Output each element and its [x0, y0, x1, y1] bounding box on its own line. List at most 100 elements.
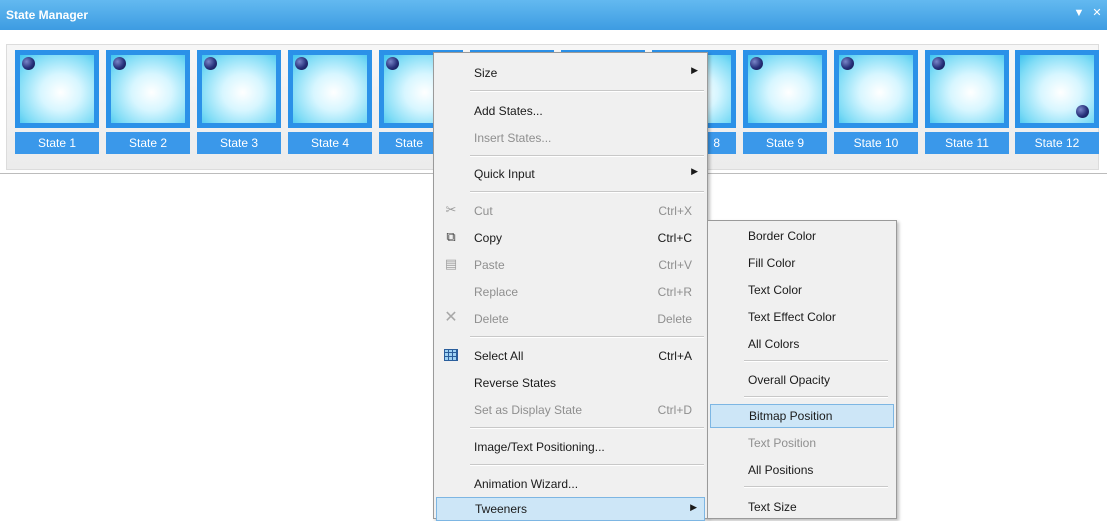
menu-separator — [470, 464, 704, 466]
state-frame — [15, 50, 99, 128]
state-tile-4[interactable]: State 4 — [288, 50, 372, 154]
submenu-item-text-effect-color[interactable]: Text Effect Color — [710, 305, 894, 329]
bitmap-ball-icon — [22, 57, 35, 70]
menu-item-label: Fill Color — [748, 256, 796, 270]
menu-separator — [470, 427, 704, 429]
state-label: State 4 — [288, 132, 372, 154]
delete-x-icon: ✕ — [444, 309, 458, 326]
state-frame — [1015, 50, 1099, 128]
state-label: State 2 — [106, 132, 190, 154]
close-icon[interactable]: ✕ — [1091, 6, 1103, 20]
shortcut-label: Ctrl+C — [657, 231, 692, 245]
shortcut-label: Ctrl+V — [658, 258, 692, 272]
state-label: State 9 — [743, 132, 827, 154]
menu-item-label: Quick Input — [474, 167, 535, 181]
menu-item-label: Insert States... — [474, 131, 552, 145]
menu-item-animation-wizard[interactable]: Animation Wizard... — [436, 472, 705, 496]
menu-item-label: Size — [474, 66, 498, 80]
menu-item-replace[interactable]: Replace Ctrl+R — [436, 280, 705, 304]
menu-item-label: Reverse States — [474, 376, 557, 390]
bitmap-ball-icon — [113, 57, 126, 70]
submenu-item-all-positions[interactable]: All Positions — [710, 458, 894, 482]
bitmap-ball-icon — [1076, 105, 1089, 118]
bitmap-ball-icon — [750, 57, 763, 70]
panel-title: State Manager — [6, 8, 89, 22]
menu-item-delete[interactable]: ✕ Delete Delete — [436, 307, 705, 331]
state-tile-2[interactable]: State 2 — [106, 50, 190, 154]
menu-item-label: All Colors — [748, 337, 800, 351]
submenu-arrow-icon: ▶ — [690, 502, 697, 512]
menu-item-label: Overall Opacity — [748, 373, 831, 387]
submenu-item-all-colors[interactable]: All Colors — [710, 332, 894, 356]
submenu-item-fill-color[interactable]: Fill Color — [710, 251, 894, 275]
state-tile-11[interactable]: State 11 — [925, 50, 1009, 154]
bitmap-ball-icon — [204, 57, 217, 70]
copy-icon: ⧉ — [446, 229, 456, 244]
state-tile-1[interactable]: State 1 — [15, 50, 99, 154]
menu-item-label: Animation Wizard... — [474, 477, 579, 491]
submenu-item-text-position[interactable]: Text Position — [710, 431, 894, 455]
submenu-item-overall-opacity[interactable]: Overall Opacity — [710, 368, 894, 392]
state-tile-3[interactable]: State 3 — [197, 50, 281, 154]
submenu-item-text-color[interactable]: Text Color — [710, 278, 894, 302]
menu-item-label: Paste — [474, 258, 505, 272]
menu-item-copy[interactable]: ⧉ Copy Ctrl+C — [436, 226, 705, 250]
state-frame — [288, 50, 372, 128]
menu-item-label: Select All — [474, 349, 524, 363]
state-label: State 10 — [834, 132, 918, 154]
menu-item-set-display-state[interactable]: Set as Display State Ctrl+D — [436, 398, 705, 422]
state-frame — [197, 50, 281, 128]
menu-item-label: Border Color — [748, 229, 817, 243]
state-preview — [839, 55, 913, 123]
menu-item-label: Replace — [474, 285, 519, 299]
state-preview — [202, 55, 276, 123]
state-tile-9[interactable]: State 9 — [743, 50, 827, 154]
scissors-icon: ✂ — [445, 202, 457, 217]
titlebar-controls: ▼ ✕ — [1073, 6, 1103, 20]
menu-item-add-states[interactable]: Add States... — [436, 99, 705, 123]
menu-item-image-text-positioning[interactable]: Image/Text Positioning... — [436, 435, 705, 459]
menu-separator — [470, 90, 704, 92]
menu-separator — [470, 336, 704, 338]
menu-item-label: All Positions — [748, 463, 814, 477]
menu-item-label: Bitmap Position — [749, 409, 833, 423]
menu-item-label: Delete — [474, 312, 509, 326]
menu-item-cut[interactable]: ✂ Cut Ctrl+X — [436, 199, 705, 223]
state-frame — [743, 50, 827, 128]
bitmap-ball-icon — [932, 57, 945, 70]
state-tile-12[interactable]: State 12 — [1015, 50, 1099, 154]
state-frame — [834, 50, 918, 128]
state-preview — [293, 55, 367, 123]
menu-item-reverse-states[interactable]: Reverse States — [436, 371, 705, 395]
menu-item-size[interactable]: Size ▶ — [436, 61, 705, 85]
menu-item-paste[interactable]: ▤ Paste Ctrl+V — [436, 253, 705, 277]
menu-item-label: Text Effect Color — [748, 310, 836, 324]
state-preview — [111, 55, 185, 123]
state-preview — [1020, 55, 1094, 123]
menu-item-tweeners[interactable]: Tweeners ▶ — [436, 497, 705, 521]
menu-separator — [744, 486, 888, 488]
paste-icon: ▤ — [444, 256, 458, 271]
state-preview — [20, 55, 94, 123]
chevron-down-icon[interactable]: ▼ — [1073, 6, 1085, 20]
state-preview — [930, 55, 1004, 123]
submenu-arrow-icon: ▶ — [691, 65, 698, 75]
submenu-item-border-color[interactable]: Border Color — [710, 224, 894, 248]
shortcut-label: Ctrl+X — [658, 204, 692, 218]
menu-item-select-all[interactable]: Select All Ctrl+A — [436, 344, 705, 368]
submenu-item-text-size[interactable]: Text Size — [710, 495, 894, 519]
shortcut-label: Ctrl+R — [657, 285, 692, 299]
context-menu: Size ▶ Add States... Insert States... Qu… — [433, 52, 708, 521]
state-frame — [106, 50, 190, 128]
menu-separator — [744, 396, 888, 398]
menu-item-label: Add States... — [474, 104, 543, 118]
state-label: State 12 — [1015, 132, 1099, 154]
menu-item-insert-states[interactable]: Insert States... — [436, 126, 705, 150]
menu-item-quick-input[interactable]: Quick Input ▶ — [436, 162, 705, 186]
menu-separator — [470, 191, 704, 193]
shortcut-label: Ctrl+D — [657, 403, 692, 417]
menu-item-label: Text Position — [748, 436, 817, 450]
submenu-item-bitmap-position[interactable]: Bitmap Position — [710, 404, 894, 428]
state-tile-10[interactable]: State 10 — [834, 50, 918, 154]
bitmap-ball-icon — [386, 57, 399, 70]
